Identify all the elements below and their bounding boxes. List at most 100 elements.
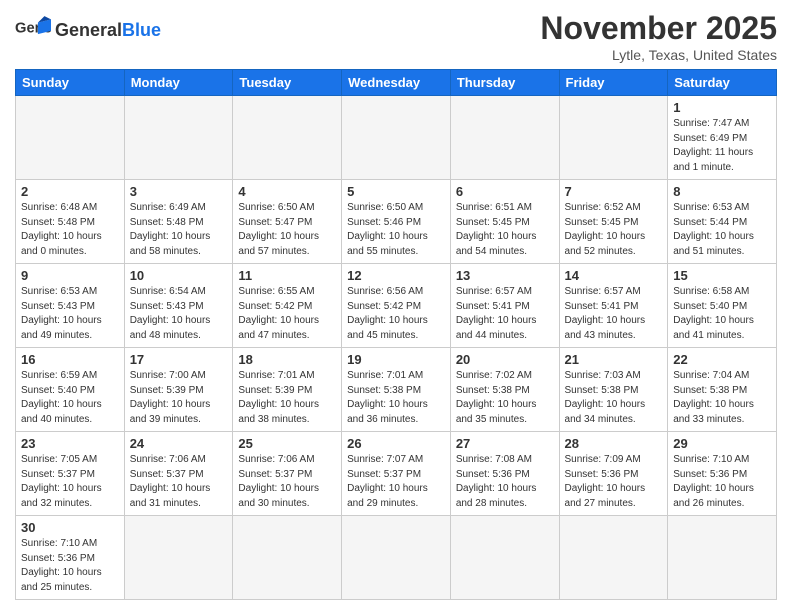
day-info: Sunrise: 6:50 AMSunset: 5:46 PMDaylight:… [347, 201, 445, 259]
logo: General GeneralBlue [15, 16, 161, 44]
header-wednesday: Wednesday [342, 70, 451, 96]
calendar-cell: 8Sunrise: 6:53 AMSunset: 5:44 PMDaylight… [668, 180, 777, 264]
day-info: Sunrise: 7:10 AMSunset: 5:36 PMDaylight:… [673, 453, 771, 511]
day-number: 19 [347, 352, 445, 367]
day-number: 13 [456, 268, 554, 283]
day-info: Sunrise: 7:00 AMSunset: 5:39 PMDaylight:… [130, 369, 228, 427]
calendar-cell: 23 Sunrise: 7:05 AMSunset: 5:37 PMDayligh… [16, 432, 125, 516]
day-number: 6 [456, 184, 554, 199]
calendar-cell: 13 Sunrise: 6:57 AMSunset: 5:41 PMDayligh… [450, 264, 559, 348]
calendar-cell [16, 96, 125, 180]
logo-icon: General [15, 16, 51, 44]
calendar-cell: 25 Sunrise: 7:06 AMSunset: 5:37 PMDayligh… [233, 432, 342, 516]
calendar-cell [450, 516, 559, 600]
calendar-cell [450, 96, 559, 180]
day-number: 21 [565, 352, 663, 367]
day-number: 5 [347, 184, 445, 199]
day-info: Sunrise: 6:57 AMSunset: 5:41 PMDaylight:… [456, 285, 554, 343]
day-number: 25 [238, 436, 336, 451]
header-tuesday: Tuesday [233, 70, 342, 96]
day-info: Sunrise: 6:53 AMSunset: 5:43 PMDaylight:… [21, 285, 119, 343]
day-number: 26 [347, 436, 445, 451]
month-title: November 2025 [540, 10, 777, 47]
day-number: 8 [673, 184, 771, 199]
day-info: Sunrise: 6:57 AMSunset: 5:41 PMDaylight:… [565, 285, 663, 343]
calendar-cell [559, 96, 668, 180]
calendar-cell: 1 Sunrise: 7:47 AMSunset: 6:49 PMDaylight… [668, 96, 777, 180]
calendar-cell: 5 Sunrise: 6:50 AMSunset: 5:46 PMDaylight… [342, 180, 451, 264]
calendar-cell: 22Sunrise: 7:04 AMSunset: 5:38 PMDayligh… [668, 348, 777, 432]
calendar-cell: 19Sunrise: 7:01 AMSunset: 5:38 PMDayligh… [342, 348, 451, 432]
calendar-cell [124, 516, 233, 600]
calendar-cell [233, 516, 342, 600]
day-info: Sunrise: 6:49 AMSunset: 5:48 PMDaylight:… [130, 201, 228, 259]
day-number: 9 [21, 268, 119, 283]
title-block: November 2025 Lytle, Texas, United State… [540, 10, 777, 63]
calendar-cell: 14 Sunrise: 6:57 AMSunset: 5:41 PMDayligh… [559, 264, 668, 348]
calendar-cell: 16 Sunrise: 6:59 AMSunset: 5:40 PMDayligh… [16, 348, 125, 432]
header-monday: Monday [124, 70, 233, 96]
calendar-cell: 26 Sunrise: 7:07 AMSunset: 5:37 PMDayligh… [342, 432, 451, 516]
calendar-cell: 2Sunrise: 6:48 AMSunset: 5:48 PMDaylight… [16, 180, 125, 264]
day-number: 17 [130, 352, 228, 367]
day-info: Sunrise: 6:56 AMSunset: 5:42 PMDaylight:… [347, 285, 445, 343]
header-thursday: Thursday [450, 70, 559, 96]
day-number: 1 [673, 100, 771, 115]
day-info: Sunrise: 7:05 AMSunset: 5:37 PMDaylight:… [21, 453, 119, 511]
day-number: 15 [673, 268, 771, 283]
day-info: Sunrise: 7:03 AMSunset: 5:38 PMDaylight:… [565, 369, 663, 427]
calendar-week-1: 1 Sunrise: 7:47 AMSunset: 6:49 PMDaylight… [16, 96, 777, 180]
header-friday: Friday [559, 70, 668, 96]
calendar-cell [342, 516, 451, 600]
day-info: Sunrise: 6:54 AMSunset: 5:43 PMDaylight:… [130, 285, 228, 343]
day-info: Sunrise: 7:08 AMSunset: 5:36 PMDaylight:… [456, 453, 554, 511]
calendar-cell: 7 Sunrise: 6:52 AMSunset: 5:45 PMDaylight… [559, 180, 668, 264]
calendar-week-2: 2Sunrise: 6:48 AMSunset: 5:48 PMDaylight… [16, 180, 777, 264]
day-info: Sunrise: 7:06 AMSunset: 5:37 PMDaylight:… [238, 453, 336, 511]
day-info: Sunrise: 6:52 AMSunset: 5:45 PMDaylight:… [565, 201, 663, 259]
calendar-cell: 28Sunrise: 7:09 AMSunset: 5:36 PMDayligh… [559, 432, 668, 516]
calendar-cell: 17 Sunrise: 7:00 AMSunset: 5:39 PMDayligh… [124, 348, 233, 432]
logo-blue-text: Blue [122, 20, 161, 40]
day-info: Sunrise: 7:01 AMSunset: 5:39 PMDaylight:… [238, 369, 336, 427]
day-info: Sunrise: 6:48 AMSunset: 5:48 PMDaylight:… [21, 201, 119, 259]
calendar-cell: 29 Sunrise: 7:10 AMSunset: 5:36 PMDayligh… [668, 432, 777, 516]
calendar-cell: 11Sunrise: 6:55 AMSunset: 5:42 PMDayligh… [233, 264, 342, 348]
weekday-header-row: Sunday Monday Tuesday Wednesday Thursday… [16, 70, 777, 96]
calendar-cell: 18Sunrise: 7:01 AMSunset: 5:39 PMDayligh… [233, 348, 342, 432]
header-saturday: Saturday [668, 70, 777, 96]
day-number: 12 [347, 268, 445, 283]
day-number: 14 [565, 268, 663, 283]
calendar-cell: 20Sunrise: 7:02 AMSunset: 5:38 PMDayligh… [450, 348, 559, 432]
day-number: 23 [21, 436, 119, 451]
day-info: Sunrise: 6:50 AMSunset: 5:47 PMDaylight:… [238, 201, 336, 259]
calendar-cell: 15 Sunrise: 6:58 AMSunset: 5:40 PMDayligh… [668, 264, 777, 348]
day-number: 29 [673, 436, 771, 451]
day-number: 28 [565, 436, 663, 451]
calendar-cell: 9 Sunrise: 6:53 AMSunset: 5:43 PMDaylight… [16, 264, 125, 348]
day-info: Sunrise: 6:55 AMSunset: 5:42 PMDaylight:… [238, 285, 336, 343]
calendar-week-3: 9 Sunrise: 6:53 AMSunset: 5:43 PMDaylight… [16, 264, 777, 348]
day-number: 24 [130, 436, 228, 451]
calendar-cell: 10Sunrise: 6:54 AMSunset: 5:43 PMDayligh… [124, 264, 233, 348]
day-info: Sunrise: 6:58 AMSunset: 5:40 PMDaylight:… [673, 285, 771, 343]
page-container: General GeneralBlue November 2025 Lytle,… [0, 0, 792, 610]
calendar-cell [668, 516, 777, 600]
header-sunday: Sunday [16, 70, 125, 96]
calendar-cell [342, 96, 451, 180]
day-number: 16 [21, 352, 119, 367]
calendar-week-4: 16 Sunrise: 6:59 AMSunset: 5:40 PMDayligh… [16, 348, 777, 432]
day-info: Sunrise: 7:47 AMSunset: 6:49 PMDaylight:… [673, 117, 771, 175]
calendar-week-5: 23 Sunrise: 7:05 AMSunset: 5:37 PMDayligh… [16, 432, 777, 516]
calendar-cell: 6Sunrise: 6:51 AMSunset: 5:45 PMDaylight… [450, 180, 559, 264]
day-info: Sunrise: 7:06 AMSunset: 5:37 PMDaylight:… [130, 453, 228, 511]
day-number: 20 [456, 352, 554, 367]
calendar-cell: 21 Sunrise: 7:03 AMSunset: 5:38 PMDayligh… [559, 348, 668, 432]
day-number: 7 [565, 184, 663, 199]
calendar-cell [124, 96, 233, 180]
calendar-cell: 12 Sunrise: 6:56 AMSunset: 5:42 PMDayligh… [342, 264, 451, 348]
day-info: Sunrise: 7:04 AMSunset: 5:38 PMDaylight:… [673, 369, 771, 427]
day-info: Sunrise: 7:07 AMSunset: 5:37 PMDaylight:… [347, 453, 445, 511]
day-info: Sunrise: 6:59 AMSunset: 5:40 PMDaylight:… [21, 369, 119, 427]
calendar-cell [559, 516, 668, 600]
